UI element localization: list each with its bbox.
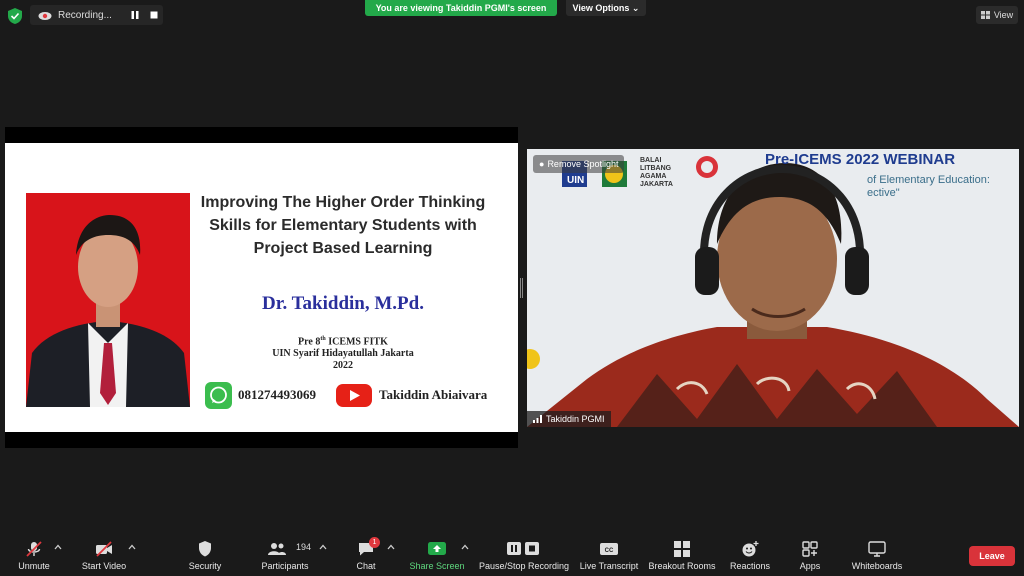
participants-button[interactable]: 194 Participants: [256, 532, 314, 576]
whiteboard-icon: [868, 541, 886, 557]
reactions-button[interactable]: Reactions: [726, 532, 774, 576]
share-options-caret-icon[interactable]: [461, 544, 469, 550]
background-subtitle-1: of Elementary Education:: [867, 174, 990, 186]
chevron-down-icon: ⌄: [631, 3, 640, 13]
breakout-rooms-label: Breakout Rooms: [648, 561, 716, 571]
microphone-muted-icon: [26, 541, 42, 557]
split-resize-handle[interactable]: [520, 278, 523, 298]
stop-recording-icon[interactable]: [149, 10, 159, 20]
apps-icon: [802, 541, 818, 557]
live-transcript-label: Live Transcript: [579, 561, 639, 571]
chat-unread-badge: 1: [369, 537, 380, 548]
chat-button[interactable]: 1 Chat: [346, 532, 386, 576]
whatsapp-contact: 081274493069: [205, 381, 316, 409]
chat-label: Chat: [356, 561, 376, 571]
reactions-label: Reactions: [729, 561, 771, 571]
slide-institution: UIN Syarif Hidayatullah Jakarta: [272, 348, 414, 360]
chat-options-caret-icon[interactable]: [387, 544, 395, 550]
whiteboards-button[interactable]: Whiteboards: [846, 532, 908, 576]
background-balai-logo: BALAI LITBANG AGAMA JAKARTA: [640, 157, 673, 188]
slide-title: Improving The Higher Order Thinking Skil…: [200, 194, 486, 257]
remove-spotlight-label: Remove Spotlight: [547, 159, 619, 169]
youtube-contact: Takiddin Abiaivara: [335, 381, 487, 409]
video-camera-off-icon: [96, 541, 112, 557]
shared-screen: Improving The Higher Order Thinking Skil…: [5, 127, 518, 448]
breakout-rooms-button[interactable]: Breakout Rooms: [646, 532, 718, 576]
view-button[interactable]: View: [976, 6, 1018, 24]
remove-spotlight-button[interactable]: ● Remove Spotlight: [533, 155, 625, 173]
shield-icon[interactable]: [8, 8, 22, 24]
whiteboards-label: Whiteboards: [851, 561, 903, 571]
slide-year: 2022: [333, 360, 353, 372]
participants-count: 194: [296, 542, 312, 552]
presentation-slide: Improving The Higher Order Thinking Skil…: [5, 143, 518, 432]
view-options-button[interactable]: View Options ⌄: [566, 0, 646, 16]
background-webinar-title: Pre-ICEMS 2022 WEBINAR: [765, 151, 956, 168]
security-button[interactable]: Security: [182, 532, 228, 576]
reactions-smiley-icon: [742, 541, 759, 557]
security-shield-icon: [199, 541, 211, 557]
start-video-label: Start Video: [81, 561, 127, 571]
security-label: Security: [188, 561, 222, 571]
pause-stop-recording-label: Pause/Stop Recording: [478, 561, 570, 571]
unmute-label: Unmute: [18, 561, 50, 571]
apps-label: Apps: [799, 561, 821, 571]
share-screen-icon: [428, 542, 446, 555]
signal-bars-icon: [533, 415, 542, 423]
slide-event: Pre 8th ICEMS FITK UIN Syarif Hidayatull…: [195, 333, 491, 372]
view-label: View: [993, 10, 1014, 20]
recording-label: Recording...: [58, 9, 112, 21]
participants-label: Participants: [261, 561, 309, 571]
video-frame: [527, 149, 1019, 427]
slide-author: Dr. Takiddin, M.Pd.: [262, 293, 424, 314]
pin-icon: ●: [539, 159, 545, 169]
participant-name: Takiddin PGMI: [546, 414, 605, 424]
apps-button[interactable]: Apps: [790, 532, 830, 576]
grid-view-icon: [980, 11, 990, 19]
phone-number: 081274493069: [238, 387, 316, 402]
pause-stop-icon: [507, 542, 539, 555]
start-video-button[interactable]: Start Video: [76, 532, 132, 576]
svg-text:CC: CC: [605, 548, 614, 554]
leave-button[interactable]: Leave: [969, 546, 1015, 566]
participant-name-tag: Takiddin PGMI: [527, 411, 611, 427]
share-screen-label: Share Screen: [409, 561, 465, 571]
meeting-toolbar: Unmute Start Video Security 194 Particip…: [0, 532, 1024, 576]
participant-video: Pre-ICEMS 2022 WEBINAR of Elementary Edu…: [527, 149, 1019, 427]
background-subtitle-2: ective": [867, 187, 900, 199]
view-options-label: View Options: [572, 3, 630, 13]
participants-options-caret-icon[interactable]: [319, 544, 327, 550]
cloud-record-icon: [38, 12, 52, 20]
participants-icon: [268, 543, 286, 555]
closed-caption-icon: CC: [600, 543, 618, 555]
pause-recording-icon[interactable]: [130, 10, 140, 20]
background-uin-logo: UIN: [567, 175, 585, 186]
unmute-button[interactable]: Unmute: [10, 532, 58, 576]
youtube-icon: [336, 383, 372, 407]
audio-options-caret-icon[interactable]: [54, 544, 62, 550]
recording-indicator: Recording...: [30, 5, 163, 25]
pause-stop-recording-button[interactable]: Pause/Stop Recording: [478, 532, 570, 576]
live-transcript-button[interactable]: CC Live Transcript: [578, 532, 640, 576]
whatsapp-icon: [205, 381, 232, 409]
video-options-caret-icon[interactable]: [128, 544, 136, 550]
viewing-banner: You are viewing Takiddin PGMI's screen: [365, 0, 557, 16]
share-screen-button[interactable]: Share Screen: [406, 532, 468, 576]
youtube-channel: Takiddin Abiaivara: [379, 387, 488, 402]
breakout-rooms-icon: [674, 541, 690, 557]
presenter-photo: [26, 193, 190, 407]
